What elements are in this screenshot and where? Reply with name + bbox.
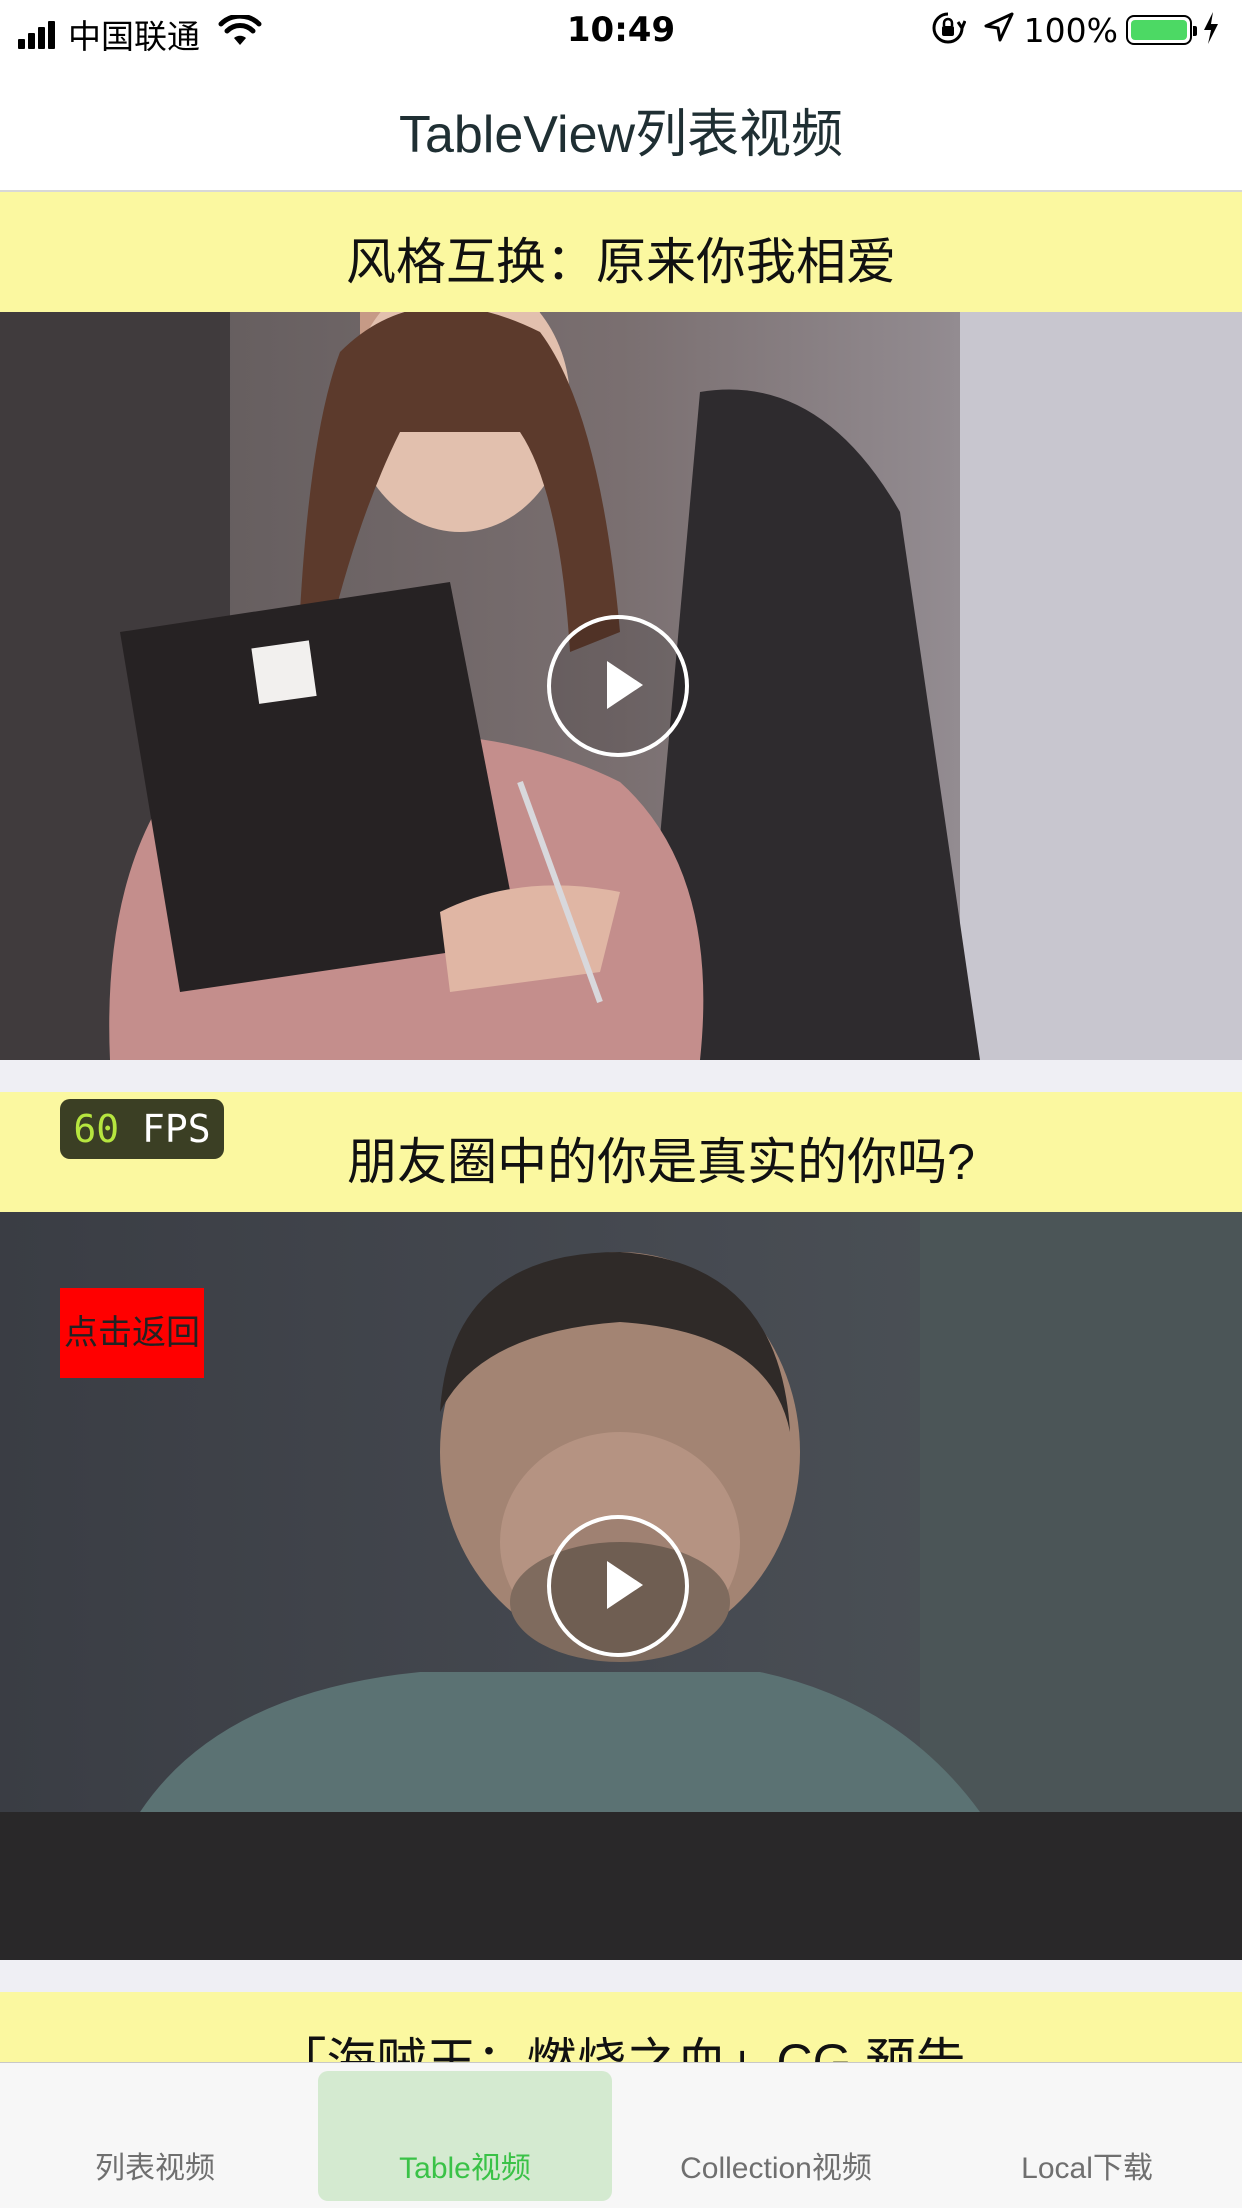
play-icon [607, 1561, 643, 1609]
fps-unit: FPS [142, 1107, 211, 1151]
fps-indicator: 60 FPS [60, 1099, 224, 1159]
app-screen: 中国联通 10:49 100% TableView列表视频 风格互换：原来你我相… [0, 0, 1242, 2208]
tab-list-video[interactable]: 列表视频 [0, 2063, 310, 2208]
status-right: 100% [930, 10, 1220, 50]
battery-level [1131, 20, 1187, 40]
tab-collection-video[interactable]: Collection视频 [621, 2063, 931, 2208]
navigation-bar: TableView列表视频 [0, 60, 1242, 192]
tab-bar: 列表视频 Table视频 Collection视频 Local下载 [0, 2062, 1242, 2208]
tab-label: 列表视频 [95, 2152, 215, 2185]
tab-label: Collection视频 [680, 2152, 872, 2185]
battery-percent: 100% [1023, 10, 1118, 50]
charging-icon [1202, 11, 1220, 49]
video-cover[interactable] [0, 312, 1242, 1060]
battery-icon [1126, 15, 1197, 45]
location-icon [984, 12, 1014, 48]
play-button[interactable] [547, 1515, 689, 1657]
tab-table-video[interactable]: Table视频 [310, 2063, 620, 2208]
play-button[interactable] [547, 615, 689, 757]
fps-value: 60 [73, 1107, 120, 1151]
tab-label: Table视频 [399, 2152, 531, 2185]
tab-label: Local下载 [1021, 2152, 1153, 2185]
page-title: TableView列表视频 [398, 106, 844, 164]
play-icon [607, 661, 643, 709]
video-title: 风格互换：原来你我相爱 [346, 234, 896, 290]
status-bar: 中国联通 10:49 100% [0, 0, 1242, 60]
video-cell[interactable]: 朋友圈中的你是真实的你吗? [0, 1092, 1242, 1960]
tab-local-download[interactable]: Local下载 [932, 2063, 1242, 2208]
video-cell[interactable]: 风格互换：原来你我相爱 [0, 192, 1242, 1060]
video-title-bar: 风格互换：原来你我相爱 [0, 192, 1242, 312]
orientation-lock-icon [930, 10, 967, 50]
back-button[interactable]: 点击返回 [60, 1288, 204, 1378]
